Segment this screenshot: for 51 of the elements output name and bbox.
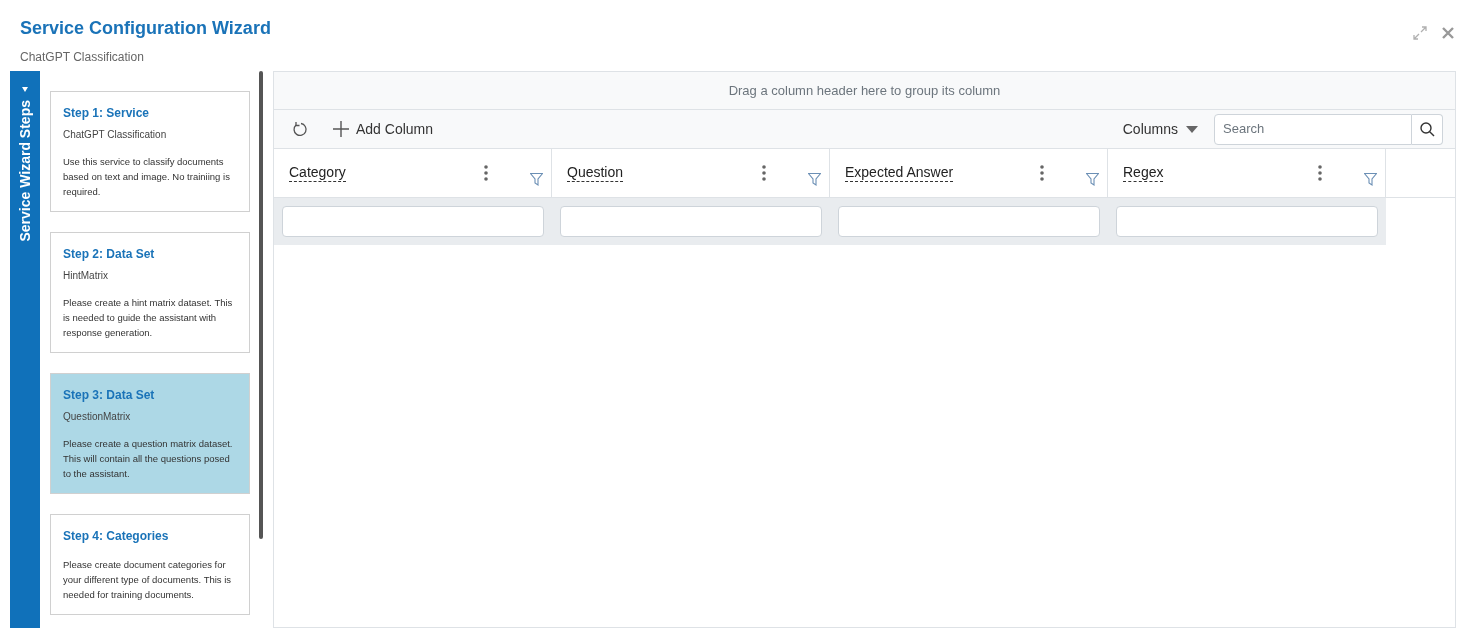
side-tab[interactable]: Service Wizard Steps (10, 71, 40, 628)
step-title: Step 4: Categories (63, 528, 170, 545)
column-title: Question (567, 164, 624, 182)
column-title: Regex (1123, 164, 1164, 182)
step-card[interactable]: Step 2: Data Set HintMatrix Please create a hint matrix dataset. This is needed to guide the assistant with response generation. (50, 232, 250, 353)
columns-button[interactable]: Columns (1122, 118, 1198, 140)
column-header[interactable]: Regex (1108, 149, 1386, 197)
step-description: Please create document categories for your different type of documents. This is needed for training documents. (63, 558, 233, 602)
window-subtitle: ChatGPT Classification (20, 49, 145, 66)
more-icon[interactable] (762, 165, 766, 181)
caret-icon (22, 87, 28, 92)
filter-input[interactable] (560, 206, 822, 237)
step-title: Step 2: Data Set (63, 246, 156, 263)
column-title: Expected Answer (845, 164, 954, 182)
column-header[interactable]: Category (274, 149, 552, 197)
filter-icon[interactable] (808, 172, 821, 186)
add-column-button[interactable]: Add Column (332, 118, 434, 140)
filter-icon[interactable] (530, 172, 543, 186)
step-title: Step 3: Data Set (63, 387, 156, 404)
step-subtitle: HintMatrix (63, 269, 109, 283)
close-icon[interactable] (1441, 26, 1455, 40)
search-field[interactable]: Search (1214, 113, 1412, 145)
column-title: Category (289, 164, 346, 182)
more-icon[interactable] (484, 165, 488, 181)
step-description: Please create a question matrix dataset. This will contain all the questions posed to the assistant. (63, 437, 234, 481)
column-header[interactable]: Question (552, 149, 830, 197)
caret-icon (1186, 125, 1198, 133)
search-icon[interactable] (1412, 113, 1443, 145)
refresh-icon[interactable] (292, 121, 308, 137)
filter-input[interactable] (282, 206, 544, 237)
side-tab-label: Service Wizard Steps (15, 100, 34, 242)
filter-icon[interactable] (1364, 172, 1377, 186)
step-subtitle: ChatGPT Classification (63, 128, 168, 142)
plus-icon (332, 120, 350, 138)
column-header[interactable]: Expected Answer (830, 149, 1108, 197)
filter-input[interactable] (1116, 206, 1378, 237)
filter-icon[interactable] (1086, 172, 1099, 186)
more-icon[interactable] (1318, 165, 1322, 181)
scrollbar[interactable] (259, 71, 263, 539)
expand-icon[interactable] (1413, 26, 1427, 40)
step-card[interactable]: Step 3: Data Set QuestionMatrix Please create a question matrix dataset. This will contain all the questions posed to the assistant. (50, 373, 250, 494)
step-card[interactable]: Step 1: Service ChatGPT Classification Use this service to classify documents based on text and image. No trainiing is required. (50, 91, 250, 212)
step-title: Step 1: Service (63, 105, 151, 122)
step-subtitle: QuestionMatrix (63, 410, 132, 424)
filter-input[interactable] (838, 206, 1100, 237)
group-panel: Drag a column header here to group its column (274, 72, 1455, 110)
step-card[interactable]: Step 4: Categories Please create document categories for your different type of documents. This is needed for training documents. (50, 514, 250, 615)
more-icon[interactable] (1040, 165, 1044, 181)
step-description: Please create a hint matrix dataset. This is needed to guide the assistant with response generation. (63, 296, 234, 340)
step-description: Use this service to classify documents based on text and image. No trainiing is required. (63, 155, 231, 199)
window-title: Service Configuration Wizard (20, 17, 271, 40)
